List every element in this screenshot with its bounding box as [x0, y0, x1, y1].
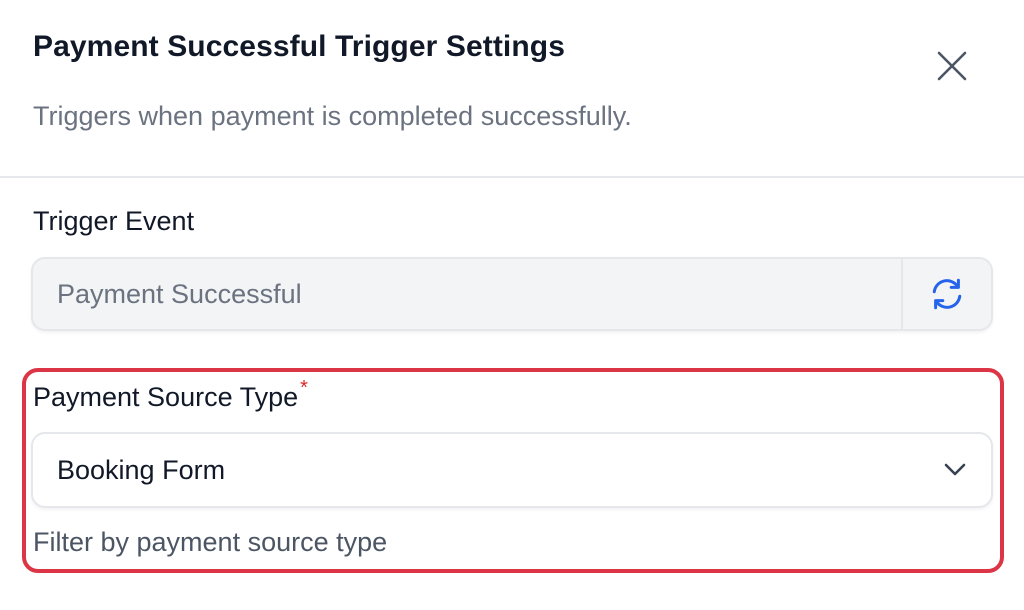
dialog-subtitle: Triggers when payment is completed succe…: [33, 101, 632, 131]
required-marker: *: [300, 377, 308, 399]
trigger-event-field[interactable]: Payment Successful: [31, 257, 993, 331]
trigger-event-label: Trigger Event: [33, 206, 195, 236]
payment-source-label-text: Payment Source Type: [33, 382, 299, 412]
refresh-icon: [932, 278, 962, 310]
dialog-title: Payment Successful Trigger Settings: [33, 30, 566, 63]
refresh-trigger-button[interactable]: [901, 259, 991, 329]
trigger-settings-panel: Payment Successful Trigger Settings Trig…: [0, 0, 1024, 610]
payment-source-select[interactable]: Booking Form: [31, 432, 993, 508]
chevron-down-icon: [941, 456, 969, 484]
payment-source-label: Payment Source Type *: [33, 377, 308, 413]
dialog-header: Payment Successful Trigger Settings Trig…: [0, 0, 1024, 178]
trigger-event-value: Payment Successful: [57, 279, 302, 309]
payment-source-helper-text: Filter by payment source type: [33, 527, 388, 557]
close-button[interactable]: [930, 44, 974, 88]
close-icon: [937, 51, 967, 81]
payment-source-selected-value: Booking Form: [57, 455, 226, 485]
